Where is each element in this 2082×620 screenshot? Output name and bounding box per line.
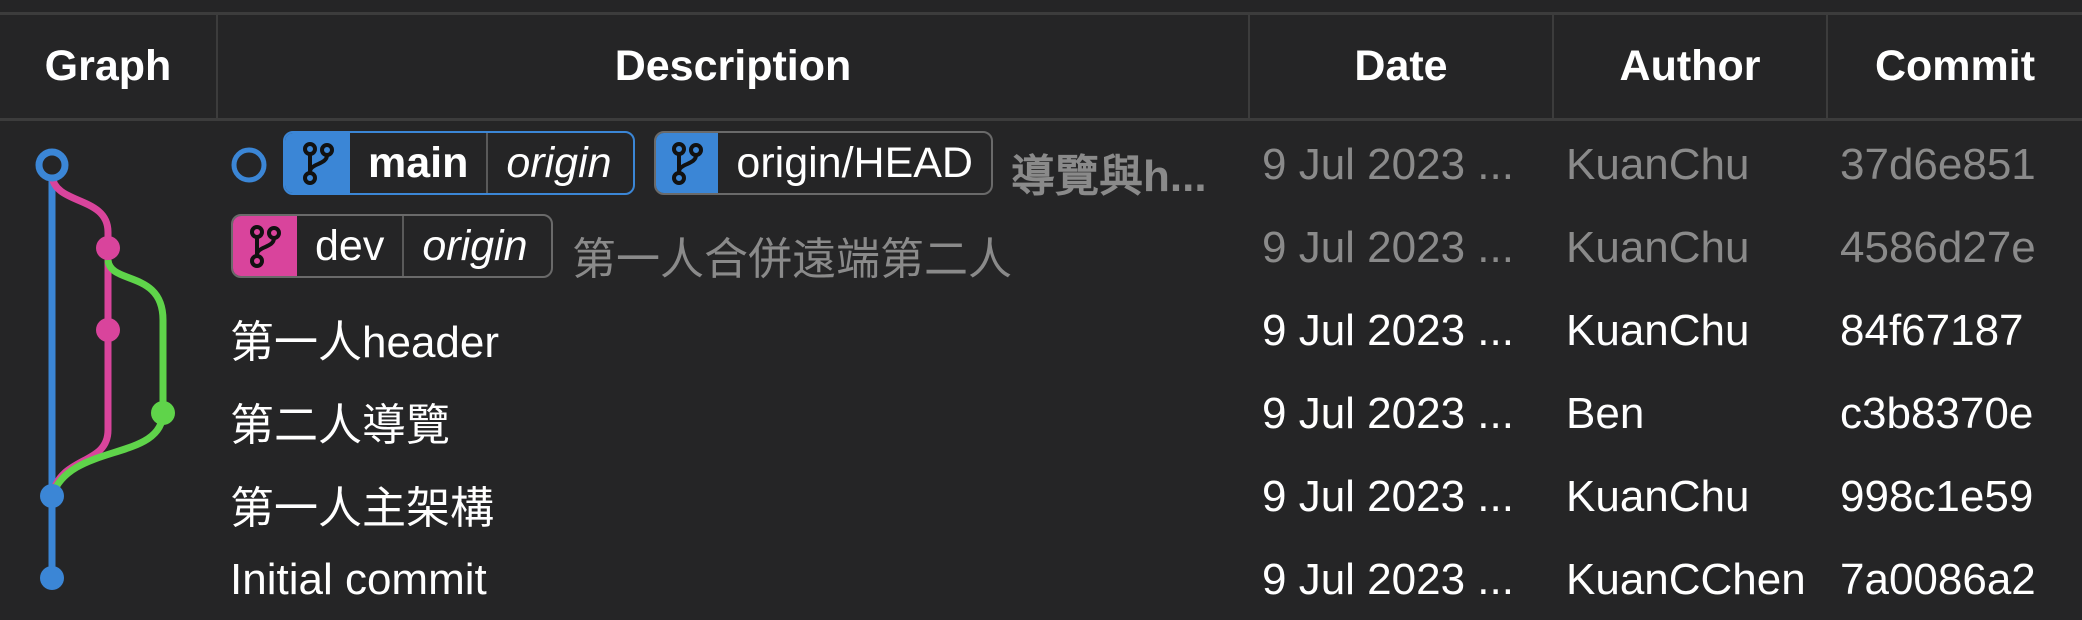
column-header-date[interactable]: Date [1250,15,1552,118]
header-border [0,118,2082,121]
commit-date: 9 Jul 2023 ... [1262,140,1514,189]
column-header-description[interactable]: Description [218,15,1248,118]
commit-date: 9 Jul 2023 ... [1262,306,1514,355]
branch-tag-origin-head[interactable]: origin/HEAD [654,131,993,195]
commit-node[interactable] [151,401,175,425]
commit-author: KuanChu [1566,306,1750,355]
column-header-graph[interactable]: Graph [0,15,216,118]
remote-name: origin [506,138,612,187]
branch-name: origin/HEAD [736,138,973,187]
column-header-author[interactable]: Author [1554,15,1826,118]
commit-node[interactable] [96,318,120,342]
commit-date: 9 Jul 2023 ... [1262,555,1514,604]
commit-author: KuanCChen [1566,555,1806,604]
commit-message: 第一人主架構 [230,484,494,533]
commit-node-head[interactable] [35,148,69,182]
git-branch-icon [233,216,297,276]
commit-hash: 7a0086a2 [1840,555,2036,604]
branch-tag-main[interactable]: main origin [283,131,635,195]
commit-author: KuanChu [1566,472,1750,521]
branch-name: main [368,138,469,187]
column-header-commit[interactable]: Commit [1828,15,2082,118]
commit-date: 9 Jul 2023 ... [1262,389,1514,438]
uncommitted-changes-circle [231,147,267,183]
commit-node[interactable] [96,236,120,260]
commit-hash: 998c1e59 [1840,472,2034,521]
commit-node[interactable] [40,566,64,590]
commit-message: 導覽與h... [1011,152,1207,201]
commit-date: 9 Jul 2023 ... [1262,472,1514,521]
commit-message: Initial commit [230,555,487,604]
git-branch-icon [656,133,719,193]
commit-hash: 84f67187 [1840,306,2024,355]
branch-name: dev [315,221,385,270]
commit-author: KuanChu [1566,140,1750,189]
commit-node[interactable] [40,484,64,508]
branch-tag-dev[interactable]: dev origin [231,214,553,278]
commit-graph [35,148,175,590]
git-branch-icon [285,133,350,193]
commit-hash: 4586d27e [1840,223,2036,272]
commit-message: 第一人合併遠端第二人 [572,235,1012,284]
commit-date: 9 Jul 2023 ... [1262,223,1514,272]
remote-name: origin [422,221,528,270]
commit-hash: c3b8370e [1840,389,2034,438]
commit-message: 第一人header [230,318,500,367]
commit-hash: 37d6e851 [1840,140,2036,189]
commit-author: Ben [1566,389,1645,438]
commit-message: 第二人導覽 [230,401,450,450]
commit-author: KuanChu [1566,223,1750,272]
